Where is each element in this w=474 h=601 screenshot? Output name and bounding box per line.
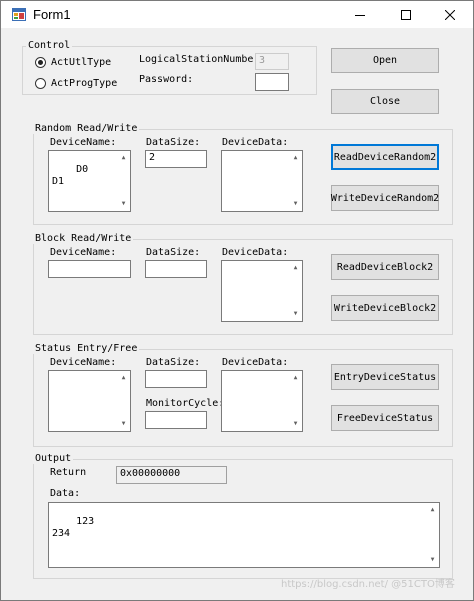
control-group-title: Control [26, 40, 73, 51]
free-device-status-button[interactable]: FreeDeviceStatus [331, 405, 439, 431]
status-devicedata-input[interactable]: ▲ ▼ [221, 370, 303, 432]
radio-actprogtype-label[interactable]: ActProgType [51, 78, 117, 90]
write-device-random-button[interactable]: WriteDeviceRandom2 [331, 185, 439, 211]
block-devicename-label: DeviceName: [50, 247, 117, 258]
block-devicename-input[interactable] [48, 260, 131, 278]
scroll-down-icon[interactable]: ▼ [428, 554, 437, 566]
status-datasize-label: DataSize: [146, 357, 201, 368]
form-app-icon [12, 8, 26, 21]
minimize-icon [355, 14, 365, 16]
scroll-up-icon[interactable]: ▲ [119, 152, 128, 164]
write-device-block-button[interactable]: WriteDeviceBlock2 [331, 295, 439, 321]
radio-actutltype[interactable] [35, 57, 46, 68]
scroll-up-icon[interactable]: ▲ [291, 372, 300, 384]
status-datasize-input[interactable] [145, 370, 207, 388]
radio-actutltype-label[interactable]: ActUtlType [51, 57, 111, 69]
maximize-icon [401, 9, 411, 20]
scroll-down-icon[interactable]: ▼ [119, 418, 128, 430]
read-device-random-button[interactable]: ReadDeviceRandom2 [331, 144, 439, 170]
window-title: Form1 [33, 7, 71, 22]
return-value-field[interactable]: 0x00000000 [116, 466, 227, 484]
monitor-cycle-label: MonitorCycle: [146, 398, 225, 409]
status-group-title: Status Entry/Free [33, 343, 140, 354]
close-window-button[interactable] [427, 1, 473, 28]
status-devicename-label: DeviceName: [50, 357, 117, 368]
minimize-button[interactable] [337, 1, 383, 28]
password-label: Password: [139, 74, 194, 85]
scroll-down-icon[interactable]: ▼ [291, 308, 300, 320]
random-devicename-text: D0 D1 [52, 164, 89, 187]
random-devicedata-label: DeviceData: [222, 137, 289, 148]
logical-station-input[interactable]: 3 [255, 53, 289, 70]
maximize-button[interactable] [383, 1, 429, 28]
scroll-up-icon[interactable]: ▲ [428, 504, 437, 516]
status-devicename-input[interactable]: ▲ ▼ [48, 370, 131, 432]
block-datasize-label: DataSize: [146, 247, 201, 258]
random-devicename-label: DeviceName: [50, 137, 117, 148]
return-label: Return [50, 467, 87, 478]
output-data-field[interactable]: 123 234 ▲ ▼ [48, 502, 440, 568]
password-input[interactable] [255, 73, 289, 91]
scroll-up-icon[interactable]: ▲ [291, 152, 300, 164]
block-datasize-input[interactable] [145, 260, 207, 278]
close-icon [445, 9, 455, 20]
watermark: https://blog.csdn.net/ @51CTO博客 [281, 579, 455, 590]
block-devicedata-input[interactable]: ▲ ▼ [221, 260, 303, 322]
scroll-up-icon[interactable]: ▲ [119, 372, 128, 384]
title-bar[interactable]: Form1 [1, 1, 473, 28]
status-devicedata-label: DeviceData: [222, 357, 289, 368]
random-datasize-label: DataSize: [146, 137, 201, 148]
data-label: Data: [50, 488, 81, 499]
random-devicename-input[interactable]: D0 D1 ▲ ▼ [48, 150, 131, 212]
logical-station-label: LogicalStationNumbe [139, 54, 254, 65]
output-data-text: 123 234 [52, 516, 95, 539]
monitor-cycle-input[interactable] [145, 411, 207, 429]
random-devicedata-input[interactable]: ▲ ▼ [221, 150, 303, 212]
block-group-title: Block Read/Write [33, 233, 134, 244]
entry-device-status-button[interactable]: EntryDeviceStatus [331, 364, 439, 390]
open-button[interactable]: Open [331, 48, 439, 73]
random-group-title: Random Read/Write [33, 123, 140, 134]
scroll-down-icon[interactable]: ▼ [291, 418, 300, 430]
output-group-title: Output [33, 453, 74, 464]
read-device-block-button[interactable]: ReadDeviceBlock2 [331, 254, 439, 280]
form1-window: Form1 Control ActUtlType ActProgType Log… [0, 0, 474, 601]
scroll-down-icon[interactable]: ▼ [119, 198, 128, 210]
scroll-up-icon[interactable]: ▲ [291, 262, 300, 274]
scroll-down-icon[interactable]: ▼ [291, 198, 300, 210]
random-datasize-input[interactable]: 2 [145, 150, 207, 168]
close-button[interactable]: Close [331, 89, 439, 114]
block-devicedata-label: DeviceData: [222, 247, 289, 258]
radio-actprogtype[interactable] [35, 78, 46, 89]
